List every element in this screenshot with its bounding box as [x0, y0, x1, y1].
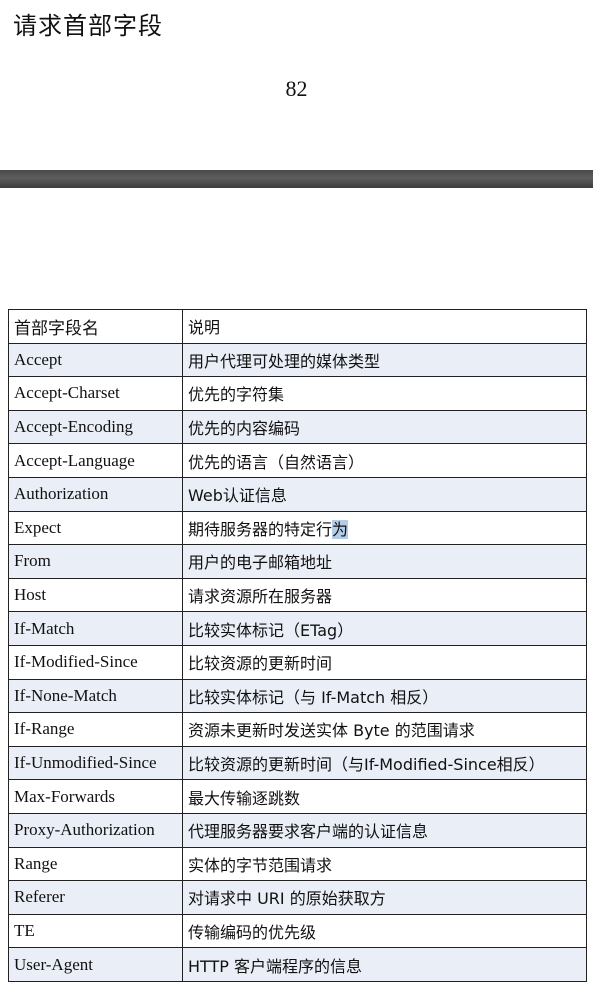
header-field-description: 优先的字符集: [182, 376, 587, 411]
header-field-name: If-Range: [8, 712, 183, 747]
request-header-table: 首部字段名 说明 Accept 用户代理可处理的媒体类型 Accept-Charse…: [8, 309, 587, 982]
table-row: Expect 期待服务器的特定行为: [8, 510, 587, 546]
header-field-name: Range: [8, 846, 183, 882]
table-row: Authorization Web认证信息: [8, 476, 587, 512]
page-title: 请求首部字段: [13, 12, 163, 40]
header-field-name: Host: [8, 577, 183, 613]
table-row: Range 实体的字节范围请求: [8, 846, 587, 882]
description-text: 用户代理可处理的媒体类型: [188, 351, 381, 371]
table-row: If-Unmodified-Since 比较资源的更新时间（与If-Modifie…: [8, 745, 587, 781]
header-field-name: Expect: [8, 510, 183, 546]
header-field-description: 优先的内容编码: [182, 409, 587, 445]
table-row: From 用户的电子邮箱地址: [8, 544, 587, 579]
description-text: 比较资源的更新时间（与If-Modified-Since相反）: [188, 755, 545, 775]
description-text: 代理服务器要求客户端的认证信息: [188, 822, 429, 842]
description-text: 请求资源所在服务器: [188, 587, 333, 607]
header-field-description: 资源未更新时发送实体 Byte 的范围请求: [182, 712, 587, 747]
table-row: If-Match 比较实体标记（ETag）: [8, 611, 587, 646]
header-field-description: 比较实体标记（ETag）: [182, 611, 587, 646]
table-row: Accept-Charset 优先的字符集: [8, 376, 587, 411]
description-text: 实体的字节范围请求: [188, 855, 333, 875]
page-number: 82: [285, 76, 308, 101]
description-text: 期待服务器的特定行: [188, 519, 333, 539]
header-field-description: 对请求中 URI 的原始获取方: [182, 880, 587, 915]
table-row: Accept 用户代理可处理的媒体类型: [8, 342, 587, 378]
header-field-name: Proxy-Authorization: [8, 812, 183, 848]
description-text: 资源未更新时发送实体 Byte 的范围请求: [188, 721, 475, 741]
description-text: 优先的语言（自然语言）: [188, 452, 365, 472]
table-row: User-Agent HTTP 客户端程序的信息: [8, 947, 587, 982]
header-field-description: 代理服务器要求客户端的认证信息: [182, 812, 587, 848]
header-field-description: Web认证信息: [182, 476, 587, 512]
description-text: HTTP 客户端程序的信息: [188, 956, 363, 976]
header-field-name: If-Unmodified-Since: [8, 745, 183, 781]
header-field-name: If-Match: [8, 611, 183, 646]
table-row: If-Modified-Since 比较资源的更新时间: [8, 644, 587, 680]
table-row: Referer 对请求中 URI 的原始获取方: [8, 880, 587, 915]
header-field-name: TE: [8, 913, 183, 949]
description-text: 比较实体标记（ETag）: [188, 620, 354, 640]
header-field-name: Accept-Encoding: [8, 409, 183, 445]
header-field-description: 比较实体标记（与 If-Match 相反）: [182, 678, 587, 714]
table-row: Proxy-Authorization 代理服务器要求客户端的认证信息: [8, 812, 587, 848]
table-row: Host 请求资源所在服务器: [8, 577, 587, 613]
header-field-description: 实体的字节范围请求: [182, 846, 587, 882]
description-text: Web认证信息: [188, 486, 287, 506]
description-text: 最大传输逐跳数: [188, 788, 301, 808]
description-text: 比较实体标记（与 If-Match 相反）: [188, 687, 439, 707]
header-field-description: 期待服务器的特定行为: [182, 510, 587, 546]
header-field-name: If-None-Match: [8, 678, 183, 714]
header-field-name: If-Modified-Since: [8, 644, 183, 680]
header-field-name: User-Agent: [8, 947, 183, 982]
description-text: 比较资源的更新时间: [188, 654, 333, 674]
header-field-description: 传输编码的优先级: [182, 913, 587, 949]
header-field-description: 用户代理可处理的媒体类型: [182, 342, 587, 378]
table-row: If-None-Match 比较实体标记（与 If-Match 相反）: [8, 678, 587, 714]
description-text: 用户的电子邮箱地址: [188, 553, 333, 573]
selected-text-highlight[interactable]: 为: [332, 519, 349, 539]
request-header-table-container: 首部字段名 说明 Accept 用户代理可处理的媒体类型 Accept-Charse…: [8, 309, 587, 982]
header-field-description: 比较资源的更新时间: [182, 644, 587, 680]
table-row: TE 传输编码的优先级: [8, 913, 587, 949]
header-field-description: 比较资源的更新时间（与If-Modified-Since相反）: [182, 745, 587, 781]
header-field-name: Max-Forwards: [8, 779, 183, 814]
table-row: If-Range 资源未更新时发送实体 Byte 的范围请求: [8, 712, 587, 747]
header-field-name: From: [8, 544, 183, 579]
table-row: Max-Forwards 最大传输逐跳数: [8, 779, 587, 814]
header-field-description: 用户的电子邮箱地址: [182, 544, 587, 579]
header-field-name: Referer: [8, 880, 183, 915]
page-divider: [0, 170, 593, 188]
header-field-description: 最大传输逐跳数: [182, 779, 587, 814]
description-text: 传输编码的优先级: [188, 922, 317, 942]
description-text: 优先的内容编码: [188, 419, 301, 439]
table-row: Accept-Language 优先的语言（自然语言）: [8, 443, 587, 478]
header-field-name: Authorization: [8, 476, 183, 512]
description-text: 对请求中 URI 的原始获取方: [188, 889, 386, 909]
description-text: 优先的字符集: [188, 385, 285, 405]
column-header-description: 说明: [182, 309, 587, 344]
header-field-description: HTTP 客户端程序的信息: [182, 947, 587, 982]
header-field-description: 优先的语言（自然语言）: [182, 443, 587, 478]
table-header-row: 首部字段名 说明: [8, 309, 587, 344]
column-header-name: 首部字段名: [8, 309, 183, 344]
table-row: Accept-Encoding 优先的内容编码: [8, 409, 587, 445]
header-field-name: Accept: [8, 342, 183, 378]
header-field-description: 请求资源所在服务器: [182, 577, 587, 613]
header-field-name: Accept-Language: [8, 443, 183, 478]
header-field-name: Accept-Charset: [8, 376, 183, 411]
